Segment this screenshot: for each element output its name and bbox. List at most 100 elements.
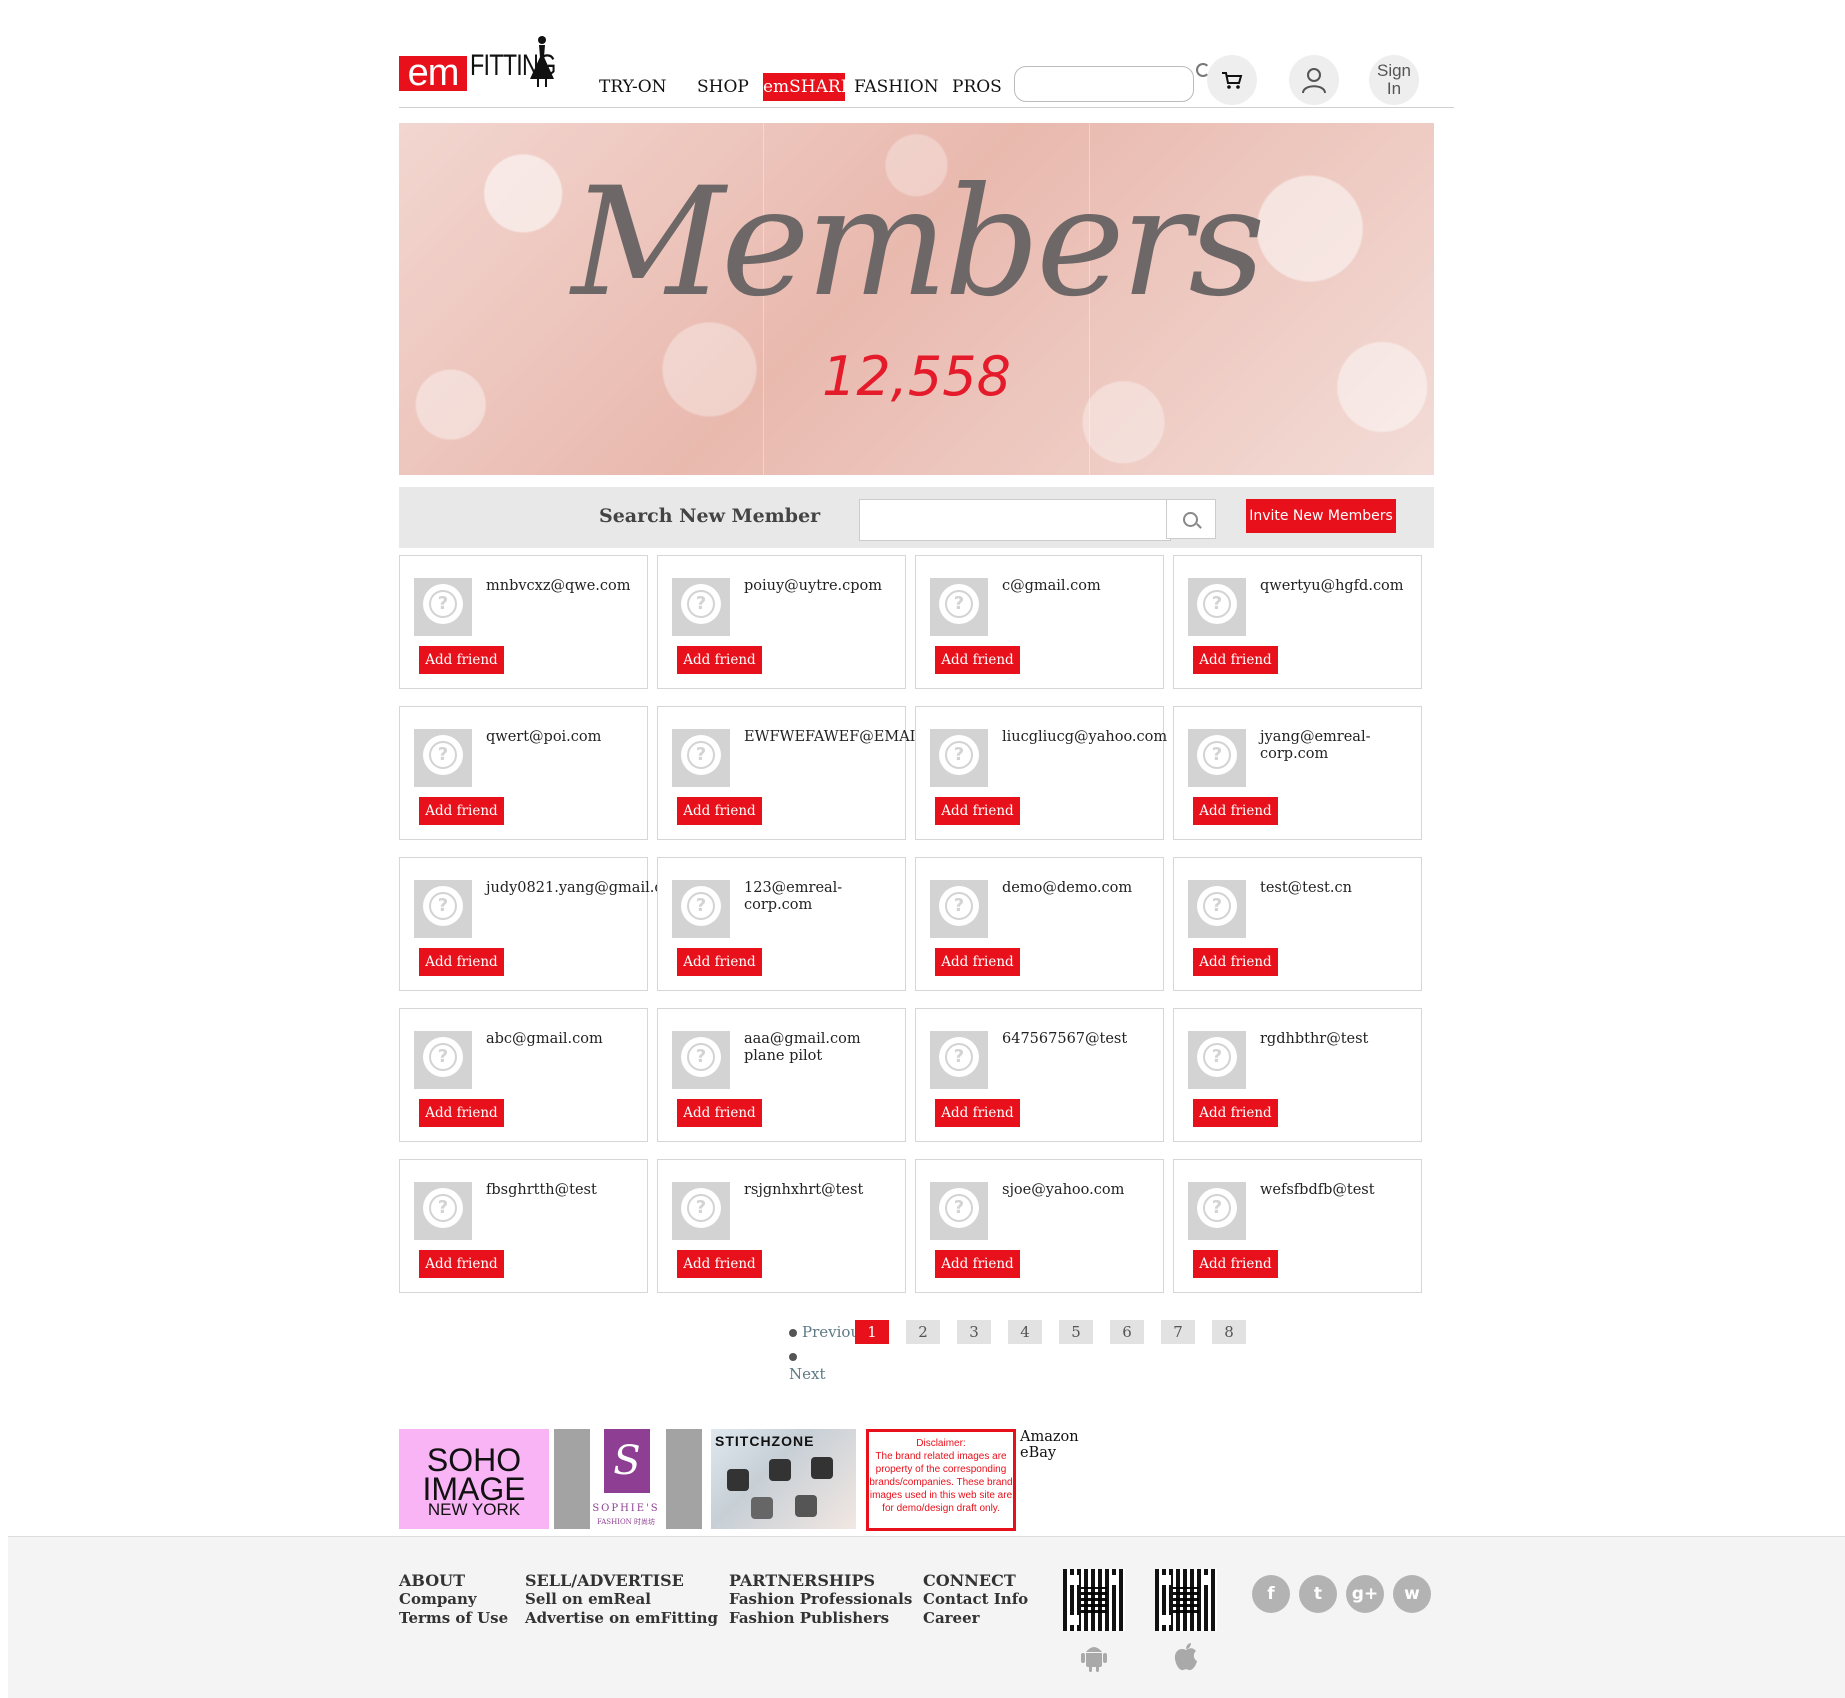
avatar-placeholder-icon[interactable]: ?	[414, 729, 472, 787]
avatar-placeholder-icon[interactable]: ?	[414, 578, 472, 636]
add-friend-button[interactable]: Add friend	[935, 1250, 1020, 1278]
footer-link-professionals[interactable]: Fashion Professionals	[729, 1590, 912, 1609]
add-friend-button[interactable]: Add friend	[935, 948, 1020, 976]
add-friend-button[interactable]: Add friend	[935, 797, 1020, 825]
add-friend-button[interactable]: Add friend	[419, 646, 504, 674]
avatar-placeholder-icon[interactable]: ?	[930, 880, 988, 938]
add-friend-button[interactable]: Add friend	[677, 1099, 762, 1127]
add-friend-button[interactable]: Add friend	[1193, 646, 1278, 674]
avatar-placeholder-icon[interactable]: ?	[672, 578, 730, 636]
sign-in-button[interactable]: Sign In	[1369, 55, 1419, 105]
apple-icon[interactable]	[1170, 1641, 1202, 1673]
add-friend-button[interactable]: Add friend	[677, 797, 762, 825]
add-friend-button[interactable]: Add friend	[935, 1099, 1020, 1127]
page-button-3[interactable]: 3	[957, 1320, 991, 1344]
emfitting-logo[interactable]: em FITTING	[399, 35, 584, 97]
nav-shop[interactable]: SHOP	[697, 73, 763, 101]
member-email[interactable]: mnbvcxz@qwe.com	[486, 578, 686, 595]
member-email[interactable]: abc@gmail.com	[486, 1031, 686, 1048]
nav-emshare[interactable]: emSHARE	[763, 73, 845, 101]
shop-links[interactable]: Amazon eBay	[1020, 1429, 1079, 1461]
footer-link-contact[interactable]: Contact Info	[923, 1590, 1028, 1609]
add-friend-button[interactable]: Add friend	[419, 1250, 504, 1278]
add-friend-button[interactable]: Add friend	[677, 948, 762, 976]
footer-link-career[interactable]: Career	[923, 1609, 1028, 1628]
add-friend-button[interactable]: Add friend	[1193, 1099, 1278, 1127]
member-email[interactable]: judy0821.yang@gmail.com	[486, 880, 686, 897]
googleplus-icon[interactable]: g+	[1346, 1575, 1384, 1613]
add-friend-button[interactable]: Add friend	[1193, 948, 1278, 976]
avatar-placeholder-icon[interactable]: ?	[1188, 880, 1246, 938]
avatar-placeholder-icon[interactable]: ?	[414, 880, 472, 938]
avatar-placeholder-icon[interactable]: ?	[672, 1031, 730, 1089]
add-friend-button[interactable]: Add friend	[1193, 797, 1278, 825]
member-email[interactable]: 647567567@test	[1002, 1031, 1202, 1048]
sophies-fashion-logo[interactable]: S SOPHIE'S FASHION 时尚坊	[591, 1429, 658, 1529]
member-email[interactable]: wefsfbdfb@test	[1260, 1182, 1460, 1199]
next-page-link[interactable]: Next	[789, 1347, 826, 1383]
nav-fashion[interactable]: FASHION	[854, 73, 952, 101]
footer-link-terms[interactable]: Terms of Use	[399, 1609, 508, 1628]
member-email[interactable]: liucgliucg@yahoo.com	[1002, 729, 1202, 746]
page-button-8[interactable]: 8	[1212, 1320, 1246, 1344]
page-button-5[interactable]: 5	[1059, 1320, 1093, 1344]
soho-image-logo[interactable]: SOHO IMAGE NEW YORK	[399, 1429, 549, 1529]
page-button-6[interactable]: 6	[1110, 1320, 1144, 1344]
member-email[interactable]: poiuy@uytre.cpom	[744, 578, 944, 595]
avatar-placeholder-icon[interactable]: ?	[930, 1182, 988, 1240]
avatar-placeholder-icon[interactable]: ?	[930, 578, 988, 636]
avatar-placeholder-icon[interactable]: ?	[672, 880, 730, 938]
member-email[interactable]: jyang@emreal- corp.com	[1260, 729, 1460, 763]
avatar-placeholder-icon[interactable]: ?	[1188, 1182, 1246, 1240]
facebook-icon[interactable]: f	[1252, 1575, 1290, 1613]
add-friend-button[interactable]: Add friend	[419, 797, 504, 825]
page-button-7[interactable]: 7	[1161, 1320, 1195, 1344]
page-button-4[interactable]: 4	[1008, 1320, 1042, 1344]
cart-button[interactable]	[1207, 55, 1257, 105]
avatar-placeholder-icon[interactable]: ?	[930, 729, 988, 787]
member-email[interactable]: demo@demo.com	[1002, 880, 1202, 897]
add-friend-button[interactable]: Add friend	[935, 646, 1020, 674]
site-search-input[interactable]	[1014, 66, 1194, 102]
add-friend-button[interactable]: Add friend	[419, 948, 504, 976]
footer-link-advertise[interactable]: Advertise on emFitting	[525, 1609, 718, 1628]
avatar-placeholder-icon[interactable]: ?	[930, 1031, 988, 1089]
page-button-1[interactable]: 1	[855, 1320, 889, 1344]
nav-pros[interactable]: PROS	[952, 73, 1012, 101]
avatar-placeholder-icon[interactable]: ?	[672, 1182, 730, 1240]
member-email[interactable]: aaa@gmail.com plane pilot	[744, 1031, 944, 1065]
member-email[interactable]: sjoe@yahoo.com	[1002, 1182, 1202, 1199]
member-email[interactable]: qwert@poi.com	[486, 729, 686, 746]
wechat-icon[interactable]: w	[1393, 1575, 1431, 1613]
avatar-placeholder-icon[interactable]: ?	[1188, 729, 1246, 787]
member-email[interactable]: qwertyu@hgfd.com	[1260, 578, 1460, 595]
add-friend-button[interactable]: Add friend	[677, 646, 762, 674]
invite-members-button[interactable]: Invite New Members	[1246, 499, 1396, 533]
avatar-placeholder-icon[interactable]: ?	[1188, 1031, 1246, 1089]
nav-try-on[interactable]: TRY-ON	[597, 73, 697, 101]
member-email[interactable]: rgdhbthr@test	[1260, 1031, 1460, 1048]
add-friend-button[interactable]: Add friend	[1193, 1250, 1278, 1278]
member-search-button[interactable]	[1166, 499, 1216, 539]
member-email[interactable]: rsjgnhxhrt@test	[744, 1182, 944, 1199]
add-friend-button[interactable]: Add friend	[677, 1250, 762, 1278]
page-button-2[interactable]: 2	[906, 1320, 940, 1344]
avatar-placeholder-icon[interactable]: ?	[414, 1182, 472, 1240]
member-email[interactable]: c@gmail.com	[1002, 578, 1202, 595]
member-email[interactable]: fbsghrtth@test	[486, 1182, 686, 1199]
avatar-placeholder-icon[interactable]: ?	[1188, 578, 1246, 636]
avatar-placeholder-icon[interactable]: ?	[672, 729, 730, 787]
footer-link-sell[interactable]: Sell on emReal	[525, 1590, 718, 1609]
account-button[interactable]	[1289, 55, 1339, 105]
stitchzone-logo[interactable]: STITCHZONE	[711, 1429, 856, 1529]
previous-page-link[interactable]: Previous	[789, 1323, 863, 1341]
add-friend-button[interactable]: Add friend	[419, 1099, 504, 1127]
footer-link-publishers[interactable]: Fashion Publishers	[729, 1609, 912, 1628]
member-email[interactable]: 123@emreal- corp.com	[744, 880, 944, 914]
member-email[interactable]: EWFWEFAWEF@EMAIL.C	[744, 729, 944, 746]
member-search-input[interactable]	[859, 499, 1171, 541]
android-icon[interactable]	[1078, 1641, 1110, 1673]
twitter-icon[interactable]: t	[1299, 1575, 1337, 1613]
footer-link-company[interactable]: Company	[399, 1590, 508, 1609]
avatar-placeholder-icon[interactable]: ?	[414, 1031, 472, 1089]
